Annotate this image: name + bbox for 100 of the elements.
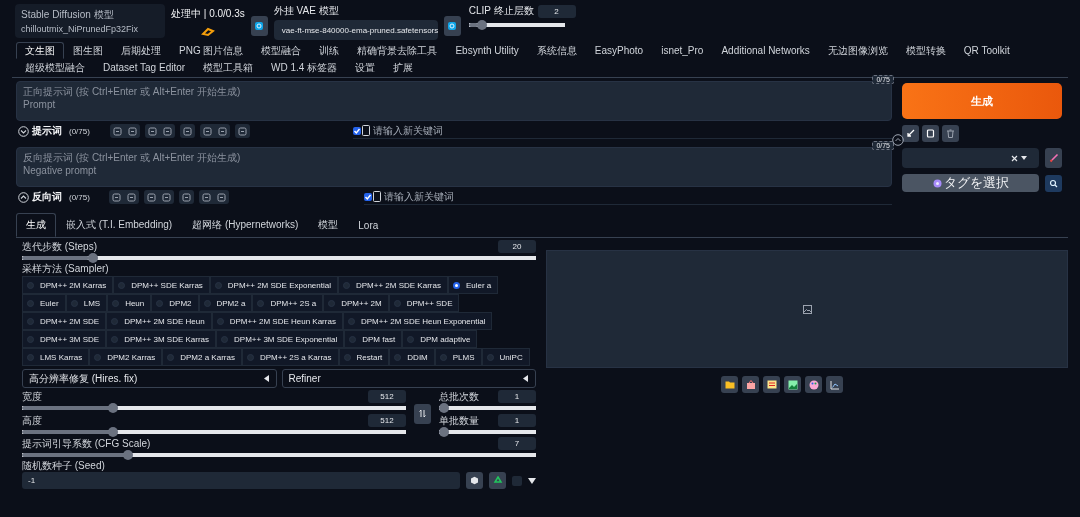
radio-button[interactable] — [257, 299, 265, 307]
tab[interactable]: QR Toolkit — [954, 42, 1019, 59]
tab[interactable]: 模型转换 — [896, 42, 955, 59]
apply-button[interactable] — [902, 125, 919, 142]
sampler-option[interactable]: UniPC — [481, 348, 530, 366]
vae-select[interactable]: vae-ft-mse-840000-ema-pruned.safetensors — [273, 20, 438, 40]
radio-button[interactable] — [27, 353, 34, 361]
batch-size-value-field[interactable]: 1 — [498, 414, 536, 427]
copy-button[interactable] — [922, 125, 939, 142]
checkbox[interactable] — [512, 475, 522, 486]
sampler-option[interactable]: LMS Karras — [22, 348, 90, 366]
sampler-option[interactable]: DPM++ 2M SDE Heun Exponential — [342, 312, 493, 330]
tab[interactable]: 嵌入式 (T.I. Embedding) — [56, 213, 183, 237]
triangle-icon[interactable] — [528, 477, 536, 484]
tab[interactable]: Ebsynth Utility — [446, 42, 528, 59]
radio-button[interactable] — [393, 299, 401, 307]
sampler-option[interactable]: DDIM — [389, 348, 435, 366]
radio-button[interactable] — [452, 281, 460, 289]
prompt-field[interactable]: 反向提示词 (按 Ctrl+Enter 或 Alt+Enter 开始生成) Negative prompt — [16, 147, 892, 187]
sampler-option[interactable]: PLMS — [434, 348, 482, 366]
sampler-option[interactable]: DPM2 Karras — [89, 348, 163, 366]
output-button[interactable] — [742, 376, 759, 393]
checkbox[interactable] — [363, 192, 372, 201]
reuse-button[interactable] — [489, 472, 507, 489]
checkbox[interactable] — [352, 126, 361, 135]
tab[interactable]: 文生图 — [16, 42, 64, 59]
tab[interactable]: 模型融合 — [252, 42, 311, 59]
sampler-option[interactable]: DPM2 — [151, 294, 199, 312]
width-value-field[interactable]: 512 — [368, 390, 406, 403]
tab[interactable]: 超网络 (Hypernetworks) — [182, 213, 309, 237]
radio-button[interactable] — [407, 335, 415, 343]
keyword-field[interactable]: 请输入新关键词 — [370, 123, 892, 138]
sampler-option[interactable]: DPM++ 3M SDE — [22, 330, 107, 348]
sampler-option[interactable]: DPM++ 2M — [323, 294, 389, 312]
output-button[interactable] — [784, 376, 801, 393]
collapse-icon[interactable] — [18, 125, 29, 137]
sampler-option[interactable]: DPM adaptive — [402, 330, 478, 348]
radio-button[interactable] — [112, 299, 120, 307]
radio-button[interactable] — [27, 299, 34, 307]
keyword-field[interactable]: 请输入新关键词 — [381, 189, 892, 204]
radio-button[interactable] — [328, 299, 336, 307]
radio-button[interactable] — [214, 281, 222, 289]
swap-button[interactable] — [414, 403, 431, 424]
slider-thumb[interactable] — [439, 427, 449, 437]
search-button[interactable] — [1045, 174, 1062, 192]
radio-button[interactable] — [343, 281, 350, 289]
edit-button[interactable] — [1045, 148, 1062, 168]
radio-button[interactable] — [203, 299, 211, 307]
refresh-button[interactable] — [250, 16, 268, 36]
sampler-option[interactable]: LMS — [65, 294, 108, 312]
radio-button[interactable] — [156, 299, 164, 307]
radio-button[interactable] — [111, 335, 119, 343]
output-button[interactable] — [721, 376, 738, 393]
sampler-option[interactable]: DPM++ 2M Karras — [22, 276, 114, 294]
radio-button[interactable] — [221, 335, 229, 343]
radio-button[interactable] — [70, 299, 78, 307]
tab[interactable]: 扩展 — [384, 59, 423, 76]
tab[interactable]: 模型工具箱 — [194, 59, 263, 76]
sampler-option[interactable]: DPM++ SDE — [388, 294, 460, 312]
tab[interactable]: 训练 — [310, 42, 349, 59]
tab[interactable]: 模型 — [308, 213, 349, 237]
clip-value-field[interactable]: 2 — [537, 4, 576, 18]
refresh-button[interactable] — [443, 16, 461, 36]
steps-value-field[interactable]: 20 — [498, 240, 536, 253]
tab[interactable]: WD 1.4 标签器 — [262, 59, 347, 76]
radio-button[interactable] — [27, 281, 34, 289]
sampler-option[interactable]: Euler — [22, 294, 66, 312]
sampler-option[interactable]: DPM2 a — [198, 294, 253, 312]
radio-button[interactable] — [167, 353, 175, 361]
clear-icon[interactable] — [1011, 154, 1018, 162]
tab[interactable]: Additional Networks — [712, 42, 819, 59]
sampler-option[interactable]: DPM++ 2S a — [252, 294, 324, 312]
radio-button[interactable] — [439, 353, 447, 361]
output-button[interactable] — [826, 376, 843, 393]
slider-thumb[interactable] — [122, 450, 133, 460]
radio-button[interactable] — [394, 353, 402, 361]
random-button[interactable] — [466, 472, 484, 489]
tab[interactable]: 生成 — [16, 213, 56, 237]
slider-thumb[interactable] — [108, 427, 118, 437]
collapse-icon[interactable] — [18, 191, 29, 203]
sampler-option[interactable]: Heun — [107, 294, 152, 312]
cfg-value-field[interactable]: 7 — [498, 437, 536, 450]
tab[interactable]: Lora — [348, 213, 389, 237]
slider-thumb[interactable] — [439, 403, 449, 413]
radio-button[interactable] — [349, 335, 357, 343]
sampler-option[interactable]: DPM++ 3M SDE Exponential — [216, 330, 345, 348]
radio-button[interactable] — [246, 353, 254, 361]
tab[interactable]: EasyPhoto — [585, 42, 653, 59]
radio-button[interactable] — [343, 353, 351, 361]
accordion-header[interactable]: Refiner — [281, 369, 536, 388]
sampler-option[interactable]: DPM++ 2M SDE Heun Karras — [211, 312, 343, 330]
radio-button[interactable] — [216, 317, 224, 325]
radio-button[interactable] — [111, 317, 119, 325]
sampler-option[interactable]: Restart — [338, 348, 390, 366]
radio-button[interactable] — [347, 317, 355, 325]
slider-thumb[interactable] — [87, 253, 98, 263]
output-button[interactable] — [805, 376, 822, 393]
tab[interactable]: 超级模型融合 — [16, 59, 94, 76]
sampler-option[interactable]: Euler a — [447, 276, 499, 294]
seed-field[interactable]: -1 — [22, 472, 461, 489]
